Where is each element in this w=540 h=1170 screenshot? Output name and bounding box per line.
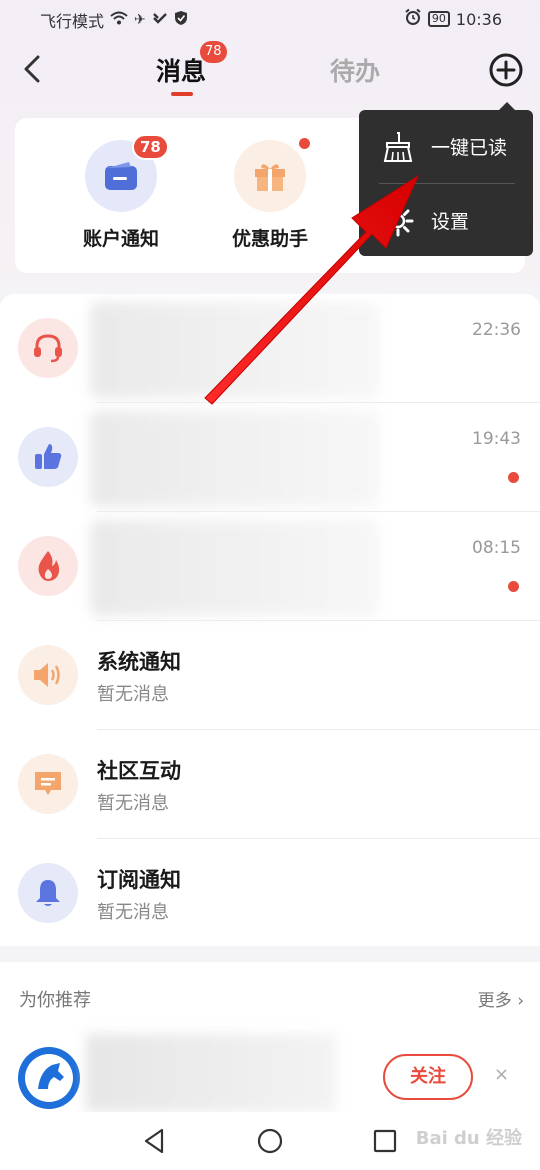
blurred-content xyxy=(90,520,380,616)
nav-back-button[interactable] xyxy=(140,1126,170,1156)
recommend-section: 为你推荐 更多 › 关注 × xyxy=(0,962,540,1112)
wifi-icon xyxy=(110,11,128,29)
menu-item-settings[interactable]: 设置 xyxy=(359,184,533,257)
row-subtitle: 暂无消息 xyxy=(97,684,169,705)
chevron-right-icon: › xyxy=(517,991,524,1011)
tab-messages-badge: 78 xyxy=(200,41,227,63)
bell-icon xyxy=(18,863,78,923)
clock: 10:36 xyxy=(455,9,502,29)
row-title: 订阅通知 xyxy=(97,868,181,892)
tab-indicator xyxy=(171,92,193,96)
unread-dot xyxy=(508,472,519,483)
menu-item-mark-all-read[interactable]: 一键已读 xyxy=(359,110,533,183)
recommend-title: 为你推荐 xyxy=(19,990,91,1011)
horse-logo-icon xyxy=(25,1054,73,1102)
header: 消息 78 待办 xyxy=(0,38,540,108)
quick-item-label: 优惠助手 xyxy=(231,228,308,250)
list-item-system[interactable]: 系统通知 暂无消息 xyxy=(0,621,540,730)
quick-item-account[interactable]: 78 账户通知 xyxy=(66,134,176,251)
battery-indicator: 90 xyxy=(427,11,450,27)
chat-icon xyxy=(18,754,78,814)
blurred-content xyxy=(90,411,380,507)
list-item-subscription[interactable]: 订阅通知 暂无消息 xyxy=(0,839,540,948)
more-label: 更多 xyxy=(477,991,512,1011)
broom-icon xyxy=(381,130,415,164)
watermark: Bai du 经验 xyxy=(415,1128,522,1149)
row-time: 22:36 xyxy=(472,320,521,340)
chevron-left-icon xyxy=(24,55,40,83)
list-item[interactable]: 22:36 xyxy=(0,294,540,403)
row-time: 19:43 xyxy=(472,429,521,449)
status-bar: 飞行模式 ✈ 90 10:36 xyxy=(0,0,540,38)
nav-recents-button[interactable] xyxy=(370,1126,400,1156)
tab-messages[interactable]: 消息 xyxy=(156,52,206,88)
recommend-more-link[interactable]: 更多 › xyxy=(478,986,524,1011)
speaker-icon xyxy=(18,645,78,705)
list-item[interactable]: 08:15 xyxy=(0,512,540,621)
circle-home-icon xyxy=(257,1128,283,1154)
popup-menu: 一键已读 设置 xyxy=(359,110,533,256)
triangle-back-icon xyxy=(144,1128,164,1154)
airplane-icon: ✈ xyxy=(134,12,146,28)
nav-home-button[interactable] xyxy=(255,1126,285,1156)
gear-icon xyxy=(381,204,415,238)
plus-circle-icon xyxy=(489,53,523,87)
row-title: 系统通知 xyxy=(97,650,181,674)
quick-item-promo[interactable]: 优惠助手 xyxy=(215,138,325,251)
fire-icon xyxy=(18,536,78,596)
square-recents-icon xyxy=(373,1129,397,1153)
promo-circle xyxy=(234,140,306,212)
menu-item-label: 设置 xyxy=(431,211,470,233)
list-item[interactable]: 19:43 xyxy=(0,403,540,512)
gift-icon xyxy=(255,164,285,191)
blurred-content xyxy=(90,302,380,398)
status-left: 飞行模式 ✈ xyxy=(40,8,188,32)
blurred-content xyxy=(86,1034,336,1112)
quick-item-label: 账户通知 xyxy=(82,228,159,250)
status-right: 90 10:36 xyxy=(404,8,502,30)
row-time: 08:15 xyxy=(472,538,521,558)
message-list: 22:36 19:43 08:15 系统通知 暂无消息 社区互动 暂无消息 订阅… xyxy=(0,294,540,946)
airplane-mode-text: 飞行模式 xyxy=(40,12,105,31)
account-badge: 78 xyxy=(132,134,169,160)
avatar[interactable] xyxy=(18,1047,80,1109)
tab-todo[interactable]: 待办 xyxy=(330,52,380,88)
row-subtitle: 暂无消息 xyxy=(97,902,169,923)
unread-dot xyxy=(508,581,519,592)
alarm-icon xyxy=(404,8,422,30)
list-item-community[interactable]: 社区互动 暂无消息 xyxy=(0,730,540,839)
promo-unread-dot xyxy=(299,138,310,149)
menu-item-label: 一键已读 xyxy=(431,137,508,159)
back-button[interactable] xyxy=(18,52,48,86)
system-nav-bar: Bai du 经验 xyxy=(0,1112,540,1170)
headset-icon xyxy=(18,318,78,378)
add-button[interactable] xyxy=(488,52,524,88)
follow-button[interactable]: 关注 xyxy=(383,1054,473,1100)
row-title: 社区互动 xyxy=(97,759,181,783)
shield-icon xyxy=(174,10,188,30)
wallet-icon xyxy=(105,162,137,190)
signal-icon xyxy=(152,11,168,29)
row-subtitle: 暂无消息 xyxy=(97,793,169,814)
close-icon[interactable]: × xyxy=(494,1064,509,1085)
thumbs-up-icon xyxy=(18,427,78,487)
